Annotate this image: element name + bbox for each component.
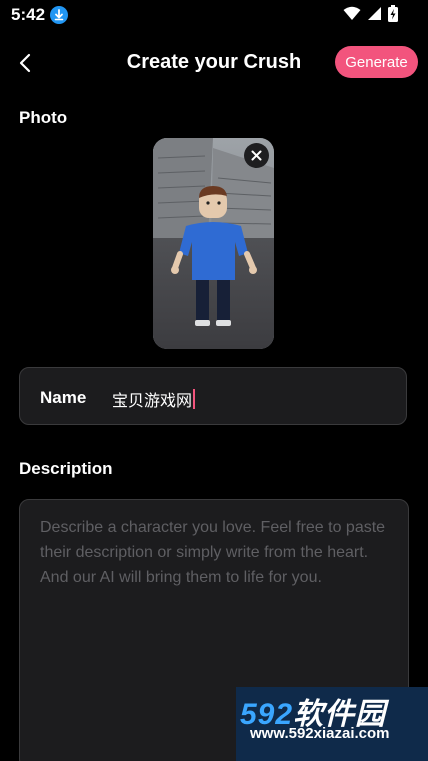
description-placeholder: Describe a character you love. Feel free… xyxy=(40,519,386,586)
close-icon xyxy=(251,150,262,161)
name-field[interactable]: Name 宝贝游戏网 xyxy=(19,367,407,425)
photo-section-label: Photo xyxy=(19,108,68,127)
description-section-label: Description xyxy=(19,459,113,478)
wifi-icon xyxy=(343,6,361,26)
download-icon xyxy=(50,6,68,24)
cellular-signal-icon xyxy=(367,6,382,26)
screen: 5:42 Create your Crush Generate Photo Na… xyxy=(0,0,428,761)
status-icons xyxy=(343,5,398,27)
generate-button[interactable]: Generate xyxy=(335,46,418,78)
remove-photo-button[interactable] xyxy=(244,143,269,168)
status-bar: 5:42 xyxy=(0,0,428,30)
name-label: Name xyxy=(40,388,87,407)
status-time: 5:42 xyxy=(11,5,46,24)
name-input[interactable]: 宝贝游戏网 xyxy=(112,387,196,411)
watermark: 592软件园 www.592xiazai.com xyxy=(236,687,428,761)
character-photo[interactable] xyxy=(153,138,274,349)
app-header: Create your Crush Generate xyxy=(0,40,428,86)
watermark-url: www.592xiazai.com xyxy=(250,725,390,742)
text-caret xyxy=(193,389,196,409)
name-input-value: 宝贝游戏网 xyxy=(112,393,193,410)
character-photo-image xyxy=(153,138,274,349)
battery-charging-icon xyxy=(388,5,398,27)
